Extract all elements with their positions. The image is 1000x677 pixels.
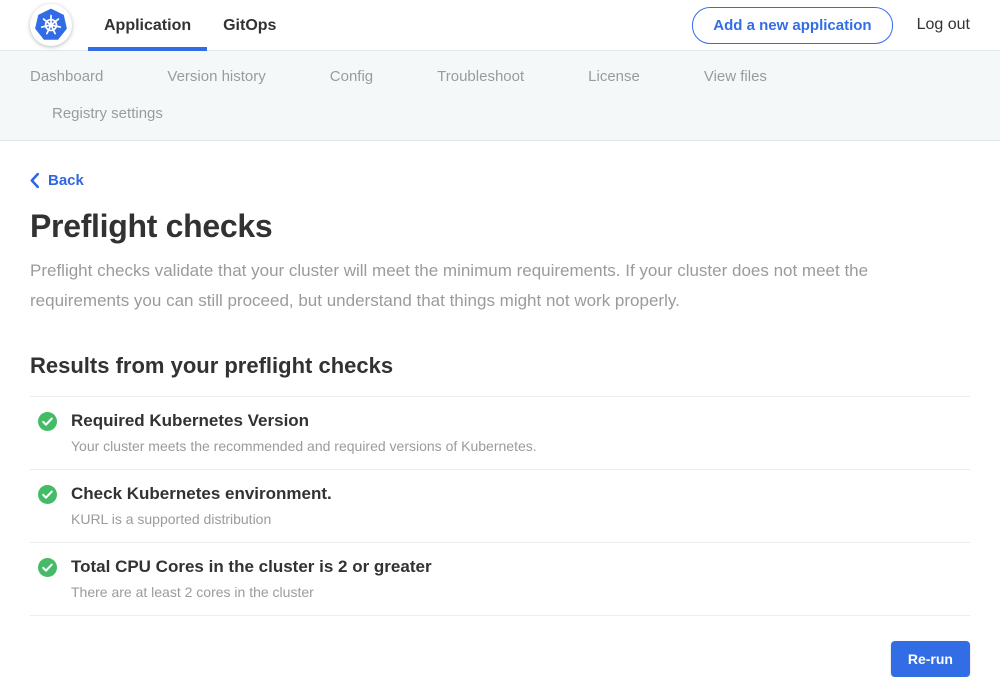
app-subnav: Dashboard Version history Config Trouble… [0, 51, 1000, 141]
check-row-cpu-cores: Total CPU Cores in the cluster is 2 or g… [30, 542, 970, 615]
check-row-kubernetes-environment: Check Kubernetes environment. KURL is a … [30, 469, 970, 542]
back-link-label: Back [48, 172, 84, 189]
subnav-item-dashboard[interactable]: Dashboard [30, 58, 103, 95]
page-description: Preflight checks validate that your clus… [30, 256, 970, 316]
check-text: Required Kubernetes Version Your cluster… [71, 411, 537, 454]
header-tabs: Application GitOps [88, 0, 292, 51]
top-header: Application GitOps Add a new application… [0, 0, 1000, 51]
subnav-item-view-files[interactable]: View files [704, 58, 767, 95]
subnav-row-1: Dashboard Version history Config Trouble… [30, 58, 970, 95]
check-message: Your cluster meets the recommended and r… [71, 438, 537, 454]
tab-gitops[interactable]: GitOps [207, 0, 292, 51]
subnav-item-version-history[interactable]: Version history [167, 58, 265, 95]
check-title: Required Kubernetes Version [71, 411, 537, 431]
subnav-item-license[interactable]: License [588, 58, 640, 95]
preflight-checks-list: Required Kubernetes Version Your cluster… [30, 396, 970, 616]
subnav-row-2: Registry settings [30, 95, 970, 132]
check-message: There are at least 2 cores in the cluste… [71, 584, 432, 600]
actions-row: Re-run [30, 641, 970, 677]
chevron-left-icon [30, 173, 39, 188]
logout-button[interactable]: Log out [917, 16, 970, 34]
subnav-item-config[interactable]: Config [330, 58, 373, 95]
subnav-item-registry-settings[interactable]: Registry settings [52, 95, 163, 132]
check-text: Check Kubernetes environment. KURL is a … [71, 484, 332, 527]
check-title: Check Kubernetes environment. [71, 484, 332, 504]
back-link[interactable]: Back [30, 172, 84, 189]
results-heading: Results from your preflight checks [30, 353, 970, 379]
add-new-application-button[interactable]: Add a new application [692, 7, 892, 44]
check-circle-icon [38, 558, 57, 577]
tab-application[interactable]: Application [88, 0, 207, 51]
kubernetes-logo [30, 4, 72, 46]
check-row-kubernetes-version: Required Kubernetes Version Your cluster… [30, 396, 970, 469]
check-text: Total CPU Cores in the cluster is 2 or g… [71, 557, 432, 600]
check-circle-icon [38, 412, 57, 431]
kubernetes-logo-icon [34, 8, 68, 42]
check-title: Total CPU Cores in the cluster is 2 or g… [71, 557, 432, 577]
check-circle-icon [38, 485, 57, 504]
subnav-item-troubleshoot[interactable]: Troubleshoot [437, 58, 524, 95]
main-content: Back Preflight checks Preflight checks v… [0, 141, 1000, 677]
rerun-button[interactable]: Re-run [891, 641, 970, 677]
check-message: KURL is a supported distribution [71, 511, 332, 527]
page-title: Preflight checks [30, 208, 970, 245]
